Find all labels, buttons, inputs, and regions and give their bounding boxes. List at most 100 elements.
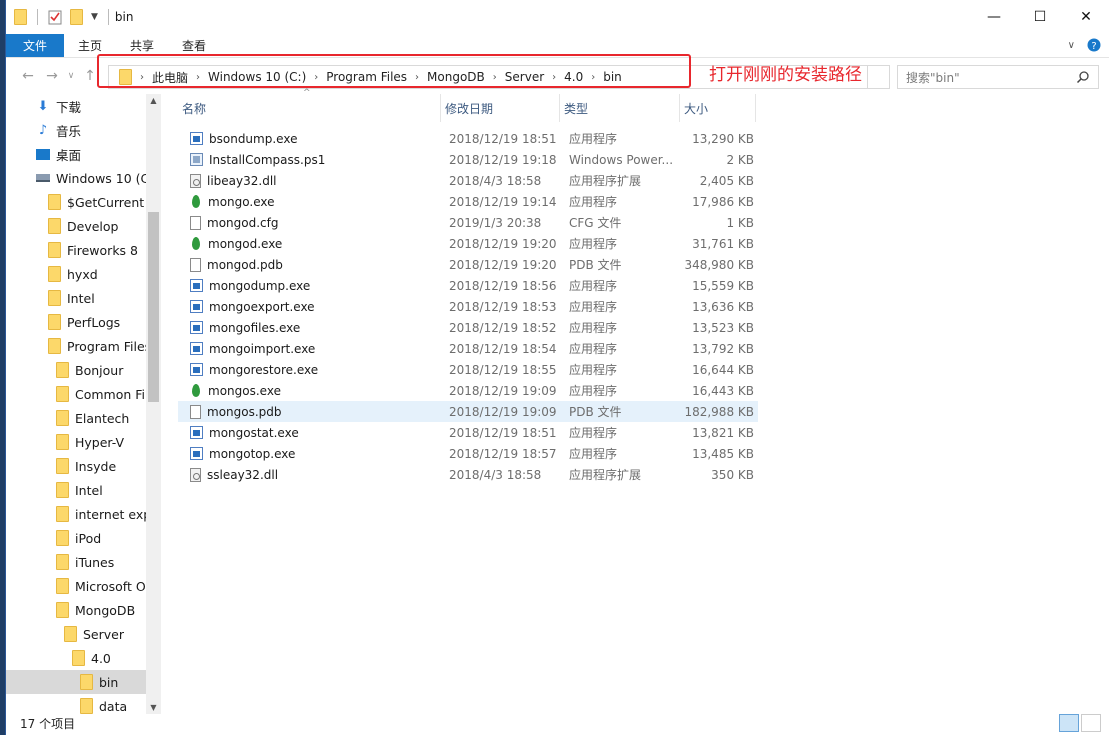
file-row[interactable]: mongo.exe 2018/12/19 19:14 应用程序 17,986 KB: [178, 191, 758, 212]
expand-ribbon-icon[interactable]: ∨: [1068, 40, 1075, 51]
tree-item[interactable]: bin: [6, 670, 161, 694]
tree-item[interactable]: internet exp: [6, 502, 161, 526]
file-row[interactable]: mongotop.exe 2018/12/19 18:57 应用程序 13,485 K…: [178, 443, 758, 464]
refresh-button[interactable]: [868, 65, 890, 89]
tree-item[interactable]: Develop: [6, 214, 161, 238]
tree-item-label: internet exp: [75, 506, 152, 522]
file-type: 应用程序扩展: [569, 174, 642, 188]
minimize-button[interactable]: —: [971, 0, 1017, 34]
tree-item[interactable]: iPod: [6, 526, 161, 550]
file-row[interactable]: mongos.exe 2018/12/19 19:09 应用程序 16,443 KB: [178, 380, 758, 401]
tree-item-label: iTunes: [75, 554, 115, 570]
file-size: 350 KB: [711, 467, 754, 482]
file-row[interactable]: mongod.exe 2018/12/19 19:20 应用程序 31,761 KB: [178, 233, 758, 254]
tree-item[interactable]: Bonjour: [6, 358, 161, 382]
column-header-size[interactable]: 大小: [680, 94, 756, 122]
tree-item[interactable]: hyxd: [6, 262, 161, 286]
tree-item[interactable]: Intel: [6, 478, 161, 502]
tree-item[interactable]: Elantech: [6, 406, 161, 430]
scrollbar-thumb[interactable]: [148, 212, 159, 402]
tree-item[interactable]: Windows 10 (C: [6, 166, 161, 190]
chevron-down-icon[interactable]: ▼: [91, 12, 98, 22]
file-row[interactable]: mongostat.exe 2018/12/19 18:51 应用程序 13,821 …: [178, 422, 758, 443]
file-row[interactable]: mongos.pdb 2018/12/19 19:09 PDB 文件 182,988 …: [178, 401, 758, 422]
file-row[interactable]: libeay32.dll 2018/4/3 18:58 应用程序扩展 2,405 KB: [178, 170, 758, 191]
large-icons-view-button[interactable]: [1081, 714, 1101, 732]
mongodb-leaf-icon: [192, 384, 200, 397]
file-row[interactable]: InstallCompass.ps1 2018/12/19 19:18 Window…: [178, 149, 758, 170]
file-date: 2018/12/19 19:14: [449, 194, 557, 209]
tree-item[interactable]: PerfLogs: [6, 310, 161, 334]
tree-item[interactable]: Program Files: [6, 334, 161, 358]
tree-item[interactable]: iTunes: [6, 550, 161, 574]
tree-item[interactable]: Server: [6, 622, 161, 646]
column-header-name[interactable]: 名称: [178, 94, 441, 122]
file-row[interactable]: ssleay32.dll 2018/4/3 18:58 应用程序扩展 350 KB: [178, 464, 758, 485]
file-name: mongos.pdb: [207, 404, 282, 419]
file-name: mongorestore.exe: [209, 362, 319, 377]
folder-icon: [56, 578, 69, 594]
recent-locations-icon[interactable]: ∨: [64, 71, 78, 81]
file-row[interactable]: bsondump.exe 2018/12/19 18:51 应用程序 13,290 K…: [178, 128, 758, 149]
tree-item-label: Insyde: [75, 458, 117, 474]
column-header-date[interactable]: 修改日期: [441, 94, 560, 122]
navigation-pane-scrollbar[interactable]: ▲ ▼: [146, 94, 161, 714]
file-type: 应用程序: [569, 447, 618, 461]
file-date: 2018/12/19 18:53: [449, 299, 557, 314]
tree-item[interactable]: Insyde: [6, 454, 161, 478]
folder-icon: [14, 9, 27, 25]
file-rows: bsondump.exe 2018/12/19 18:51 应用程序 13,290 K…: [178, 128, 758, 485]
scroll-up-icon[interactable]: ▲: [146, 96, 161, 105]
folder-icon: [56, 530, 69, 546]
file-row[interactable]: mongod.pdb 2018/12/19 19:20 PDB 文件 348,980 …: [178, 254, 758, 275]
file-row[interactable]: mongoimport.exe 2018/12/19 18:54 应用程序 13,79…: [178, 338, 758, 359]
close-button[interactable]: ✕: [1063, 0, 1109, 34]
tree-item-label: Fireworks 8: [67, 242, 138, 258]
download-icon: ⬇: [37, 98, 49, 114]
tree-item[interactable]: $GetCurrent: [6, 190, 161, 214]
window-controls: — ☐ ✕: [971, 0, 1109, 34]
file-size: 13,485 KB: [692, 446, 754, 461]
maximize-button[interactable]: ☐: [1017, 0, 1063, 34]
search-box[interactable]: 搜索"bin": [897, 65, 1099, 89]
executable-icon: [190, 321, 203, 334]
folder-icon: [56, 362, 69, 378]
tree-item[interactable]: Microsoft O: [6, 574, 161, 598]
tree-item-label: 4.0: [91, 650, 111, 666]
folder-icon: [56, 506, 69, 522]
tree-item[interactable]: ⬇ 下载: [6, 94, 161, 118]
column-header-type[interactable]: 类型: [560, 94, 680, 122]
title-bar: ▼ bin — ☐ ✕: [6, 0, 1109, 34]
details-view-button[interactable]: [1059, 714, 1079, 732]
new-folder-icon[interactable]: [70, 9, 83, 25]
tree-item[interactable]: 4.0: [6, 646, 161, 670]
file-type: 应用程序: [569, 300, 618, 314]
tree-item[interactable]: Fireworks 8: [6, 238, 161, 262]
file-row[interactable]: mongodump.exe 2018/12/19 18:56 应用程序 15,559 …: [178, 275, 758, 296]
executable-icon: [190, 447, 203, 460]
file-size: 17,986 KB: [692, 194, 754, 209]
back-icon[interactable]: ←: [16, 68, 40, 84]
help-icon[interactable]: ?: [1087, 38, 1101, 52]
tree-item[interactable]: ♪ 音乐: [6, 118, 161, 142]
tree-item[interactable]: Hyper-V: [6, 430, 161, 454]
tree-item[interactable]: Intel: [6, 286, 161, 310]
drive-icon: [36, 174, 50, 182]
executable-icon: [190, 300, 203, 313]
annotation-text: 打开刚刚的安装路径: [709, 65, 862, 85]
forward-icon[interactable]: →: [40, 68, 64, 84]
tree-item-label: 桌面: [56, 147, 82, 163]
file-row[interactable]: mongofiles.exe 2018/12/19 18:52 应用程序 13,523…: [178, 317, 758, 338]
tree-item[interactable]: Common Fil: [6, 382, 161, 406]
tree-item[interactable]: 桌面: [6, 142, 161, 166]
file-row[interactable]: mongoexport.exe 2018/12/19 18:53 应用程序 13,63…: [178, 296, 758, 317]
file-row[interactable]: mongorestore.exe 2018/12/19 18:55 应用程序 16,6…: [178, 359, 758, 380]
tree-item-label: Bonjour: [75, 362, 124, 378]
properties-icon[interactable]: [48, 9, 62, 25]
executable-icon: [190, 426, 203, 439]
powershell-script-icon: [190, 153, 203, 166]
tab-file[interactable]: 文件: [6, 34, 65, 57]
tree-item[interactable]: MongoDB: [6, 598, 161, 622]
file-row[interactable]: mongod.cfg 2019/1/3 20:38 CFG 文件 1 KB: [178, 212, 758, 233]
file-size: 31,761 KB: [692, 236, 754, 251]
